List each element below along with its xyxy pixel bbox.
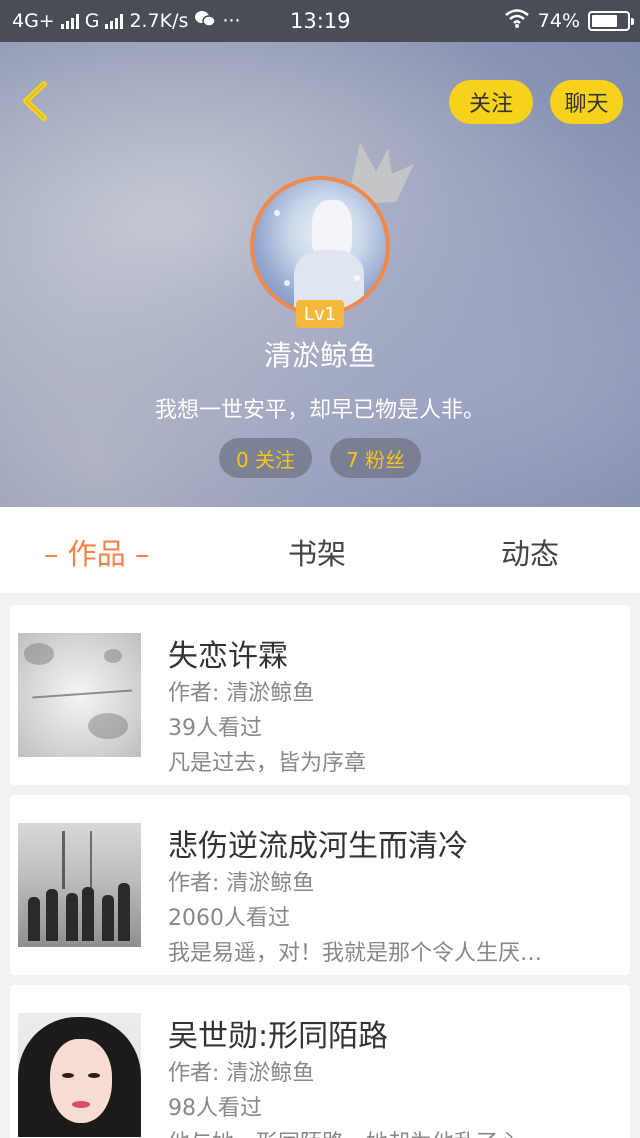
- cover-ink: [88, 713, 128, 739]
- cover-person: [118, 883, 130, 941]
- cover-person: [66, 893, 78, 941]
- back-button[interactable]: [16, 80, 56, 122]
- cover-title-mark: [62, 831, 92, 889]
- book-cover: [18, 633, 141, 757]
- book-cover: [18, 1013, 141, 1137]
- signal-icon: [60, 13, 79, 29]
- chevron-left-icon: [23, 81, 47, 121]
- battery-percent: 74%: [537, 9, 580, 32]
- wifi-icon: [504, 8, 530, 33]
- signature: 我想一世安平，却早已物是人非。: [154, 398, 485, 423]
- cover-script: [31, 681, 133, 699]
- book-description: 我是易遥，对！我就是那个令人生厌…: [168, 941, 543, 966]
- status-bar: 4G+ G 2.7K/s ··· 13:19 74%: [0, 0, 640, 42]
- profile-tabs: – 作品 – 书架 动态: [0, 507, 640, 593]
- level-badge: Lv1: [296, 300, 344, 328]
- avatar[interactable]: [250, 176, 390, 316]
- tab-feed[interactable]: 动态: [501, 531, 559, 573]
- cover-person: [82, 887, 94, 941]
- book-author: 作者: 清淤鲸鱼: [168, 681, 315, 706]
- book-cover: [18, 823, 141, 947]
- list-item[interactable]: 悲伤逆流成河生而清冷 作者: 清淤鲸鱼 2060人看过 我是易遥，对！我就是那个…: [10, 795, 630, 975]
- status-time: 13:19: [290, 9, 351, 33]
- network-g-label: G: [84, 10, 100, 32]
- profile-header: 关注 聊天 Lv1 清淤鲸鱼 我想一世安平，却早已物是人非。 0 关注 7 粉丝: [0, 42, 640, 507]
- book-title: 失恋许霖: [168, 639, 288, 674]
- fans-count[interactable]: 7 粉丝: [330, 438, 421, 478]
- chat-button[interactable]: 聊天: [550, 80, 623, 124]
- more-dots: ···: [222, 10, 241, 32]
- cover-portrait-face: [50, 1039, 112, 1123]
- cover-person: [28, 897, 40, 941]
- battery-fill: [592, 14, 617, 27]
- signal-icon-2: [105, 13, 124, 29]
- wechat-icon: [194, 10, 217, 33]
- list-item[interactable]: 失恋许霖 作者: 清淤鲸鱼 39人看过 凡是过去，皆为序章: [10, 605, 630, 785]
- book-title: 悲伤逆流成河生而清冷: [168, 829, 468, 864]
- follow-button[interactable]: 关注: [449, 80, 533, 124]
- avatar-sparkle: [284, 280, 290, 286]
- status-left: 4G+ G 2.7K/s ···: [12, 10, 241, 33]
- book-description: 凡是过去，皆为序章: [168, 751, 367, 776]
- cover-ink: [24, 643, 54, 665]
- following-count[interactable]: 0 关注: [219, 438, 312, 478]
- cover-portrait-eye: [62, 1073, 74, 1078]
- book-title: 吴世勋:形同陌路: [168, 1019, 389, 1054]
- avatar-sparkle: [354, 275, 360, 281]
- cover-ink: [104, 649, 122, 663]
- network-speed: 2.7K/s: [129, 10, 189, 32]
- cover-person: [46, 889, 58, 941]
- book-views: 2060人看过: [168, 906, 290, 931]
- cover-portrait-lips: [72, 1101, 90, 1108]
- username: 清淤鲸鱼: [263, 339, 376, 372]
- avatar-sparkle: [274, 210, 280, 216]
- book-views: 98人看过: [168, 1096, 262, 1121]
- status-right: 74%: [504, 8, 634, 33]
- cover-portrait-eye: [88, 1073, 100, 1078]
- network-4g-label: 4G+: [12, 10, 55, 32]
- book-views: 39人看过: [168, 716, 262, 741]
- tab-works[interactable]: – 作品 –: [44, 531, 149, 573]
- tab-bookshelf[interactable]: 书架: [288, 531, 346, 573]
- book-author: 作者: 清淤鲸鱼: [168, 871, 315, 896]
- book-author: 作者: 清淤鲸鱼: [168, 1061, 315, 1086]
- cover-person: [102, 895, 114, 941]
- battery-icon: [588, 10, 634, 31]
- book-description: 他与她，形同陌路，她却为他乱了心: [168, 1125, 608, 1138]
- list-item[interactable]: 吴世勋:形同陌路 作者: 清淤鲸鱼 98人看过 他与她，形同陌路，她却为他乱了心: [10, 985, 630, 1138]
